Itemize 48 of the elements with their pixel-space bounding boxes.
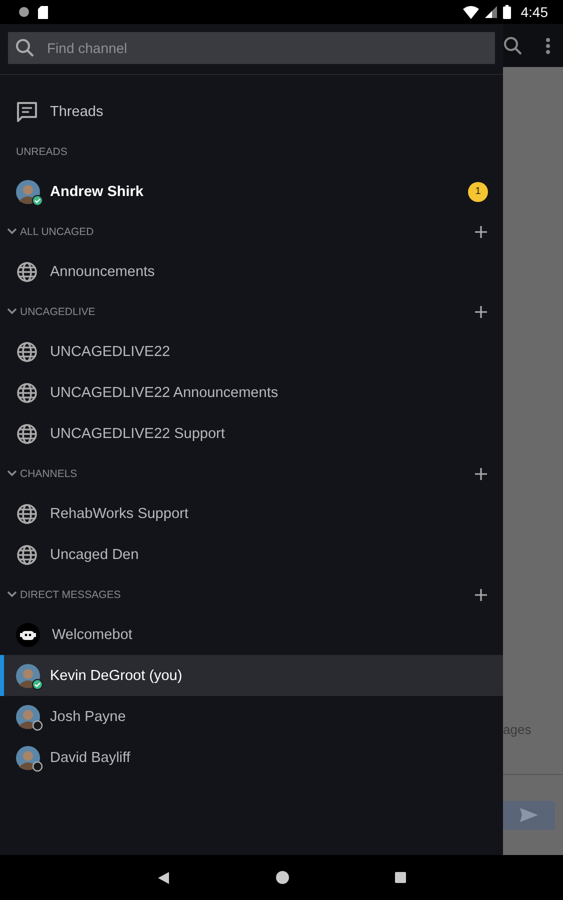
add-icon[interactable] [475, 306, 487, 318]
add-icon[interactable] [475, 226, 487, 238]
channel-item[interactable]: Josh Payne [0, 696, 503, 737]
section-header: ALL UNCAGED [20, 226, 95, 238]
unread-count-badge: 1 [468, 182, 488, 202]
globe-icon [16, 340, 38, 362]
search-icon[interactable] [503, 36, 523, 56]
add-icon[interactable] [475, 588, 487, 600]
threads-item[interactable]: Threads [0, 91, 503, 132]
chevron-down-icon[interactable] [7, 308, 17, 315]
back-icon[interactable] [158, 872, 170, 884]
channel-item[interactable]: Kevin DeGroot (you) [0, 655, 503, 696]
section-header: CHANNELS [20, 468, 78, 480]
send-icon [520, 808, 538, 822]
globe-icon [16, 422, 38, 444]
clock-time: 4:45 [520, 4, 548, 20]
search-icon [15, 38, 35, 58]
robot-icon [16, 622, 40, 646]
globe-icon [16, 502, 38, 524]
channel-item[interactable]: Uncaged Den [0, 534, 503, 575]
channel-item[interactable]: UNCAGEDLIVE22 [0, 331, 503, 372]
message-icon [16, 100, 38, 122]
channel-item[interactable]: UNCAGEDLIVE22 Announcements [0, 372, 503, 413]
add-icon[interactable] [475, 468, 487, 480]
more-options-icon[interactable] [545, 36, 551, 54]
signal-icon [484, 6, 497, 18]
chevron-down-icon[interactable] [7, 228, 17, 235]
chevron-down-icon[interactable] [7, 591, 17, 598]
sd-card-icon [38, 6, 48, 18]
home-icon[interactable] [276, 871, 288, 884]
notification-dot-icon [18, 6, 30, 18]
globe-icon [16, 260, 38, 282]
chevron-down-icon[interactable] [7, 470, 17, 477]
channel-item[interactable]: UNCAGEDLIVE22 Support [0, 413, 503, 454]
channel-item[interactable]: David Bayliff [0, 737, 503, 778]
section-header: DIRECT MESSAGES [20, 588, 122, 600]
battery-icon [502, 5, 511, 19]
wifi-icon [462, 6, 479, 18]
recents-icon[interactable] [394, 872, 406, 883]
channel-item[interactable]: Welcomebot [0, 614, 503, 655]
channel-item[interactable]: RehabWorks Support [0, 493, 503, 534]
globe-icon [16, 382, 38, 404]
section-header: UNREADS [15, 146, 68, 158]
section-header: UNCAGEDLIVE [20, 306, 96, 318]
channel-item[interactable]: Andrew Shirk 1 [0, 171, 503, 212]
globe-icon [16, 544, 38, 566]
channel-item[interactable]: Announcements [0, 251, 503, 292]
search-field[interactable]: Find channel [8, 32, 495, 64]
